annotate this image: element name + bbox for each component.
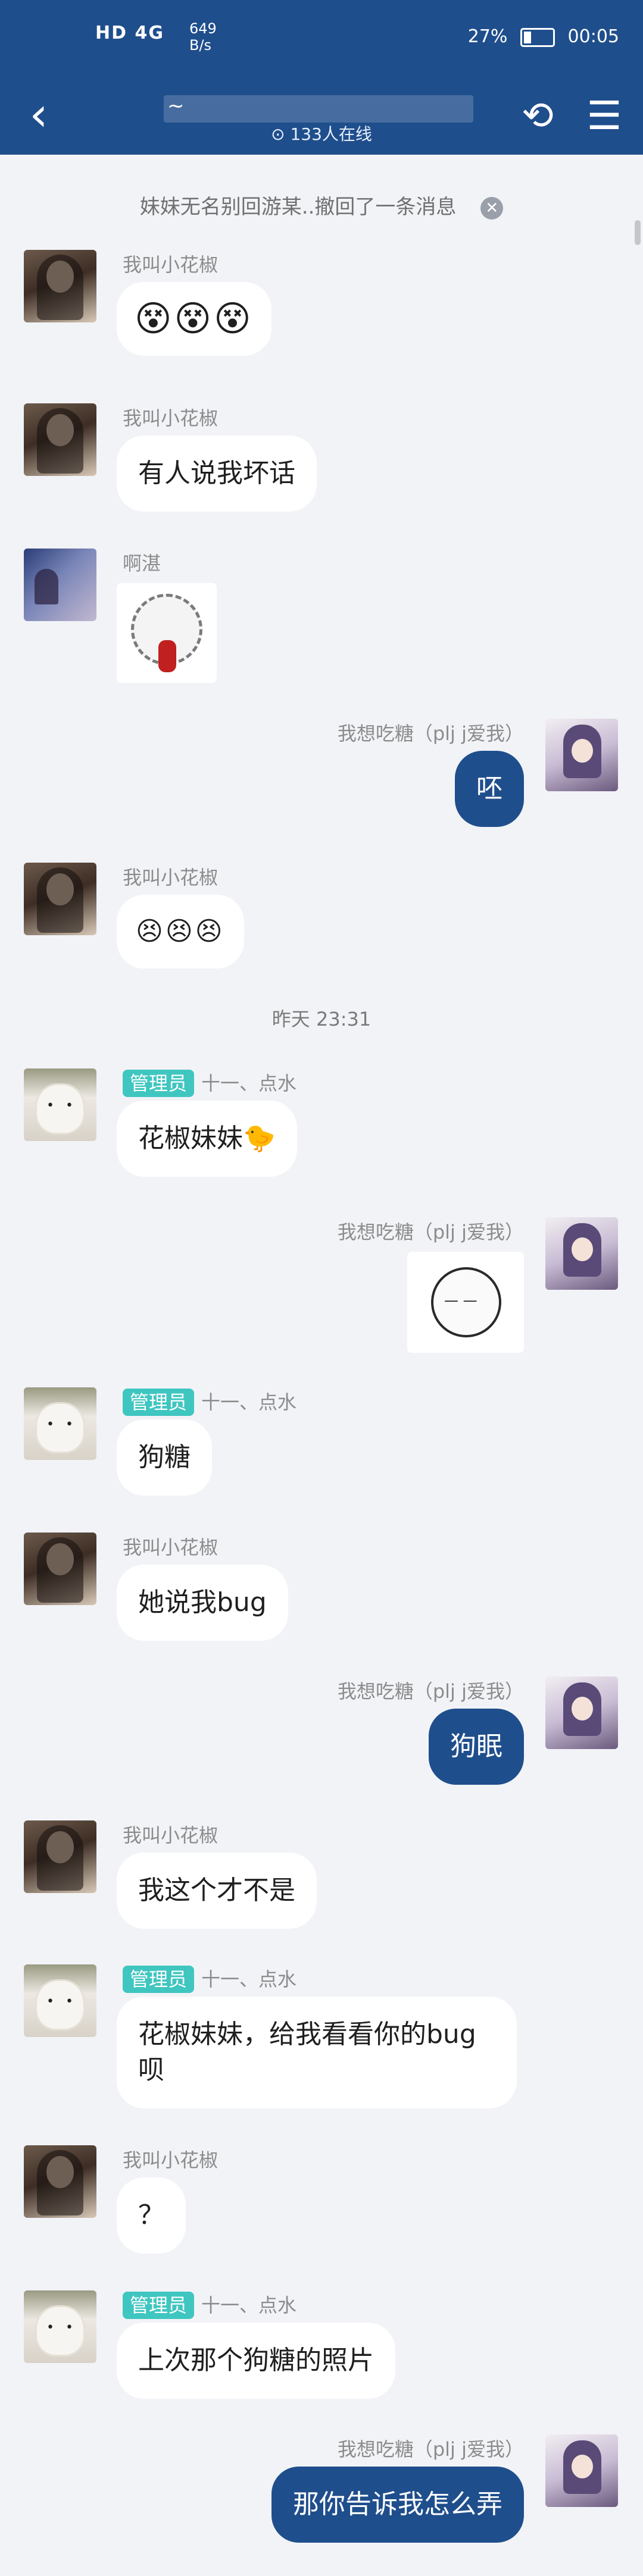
sticker-detail	[158, 640, 176, 672]
avatar[interactable]	[24, 2290, 96, 2363]
message-text: 花椒妹妹	[138, 1123, 243, 1154]
sender-name: 十一、点水	[201, 1391, 297, 1414]
menu-icon[interactable]: ☰	[578, 89, 631, 143]
sender-name: 我叫小花椒	[123, 2149, 219, 2171]
sticker-image[interactable]	[407, 1252, 524, 1353]
avatar[interactable]	[545, 1676, 618, 1749]
battery-percent: 27%	[467, 26, 508, 47]
avatar[interactable]	[24, 403, 96, 476]
chick-emoji: 🐤	[243, 1123, 276, 1154]
sender-name: 我想吃糖（plj j爱我）	[337, 722, 524, 745]
sync-icon[interactable]: ⟲	[511, 89, 564, 143]
chat-header: ‹ ⊙ 133人在线 ⟲ ☰	[0, 77, 643, 155]
sticker-message[interactable]: 😣😣😣	[117, 895, 244, 969]
message-bubble[interactable]: 她说我bug	[117, 1565, 288, 1641]
sticker-image[interactable]	[117, 583, 217, 683]
sender-name: 十一、点水	[201, 2294, 297, 2317]
avatar[interactable]	[24, 1068, 96, 1141]
admin-badge: 管理员	[123, 2292, 195, 2319]
message-bubble[interactable]: 那你告诉我怎么弄	[271, 2467, 524, 2543]
admin-badge: 管理员	[123, 1070, 195, 1097]
avatar[interactable]	[545, 1217, 618, 1290]
message-bubble[interactable]: 狗糖	[117, 1419, 212, 1496]
sender-line: 管理员 十一、点水	[123, 2290, 296, 2319]
sender-name: 我叫小花椒	[123, 253, 219, 276]
message-bubble[interactable]: 狗眠	[429, 1709, 524, 1785]
recall-notice-text: 妹妹无名别回游某..撤回了一条消息	[139, 195, 457, 219]
sender-name: 十一、点水	[201, 1072, 297, 1095]
sender-line: 管理员 十一、点水	[123, 1964, 296, 1993]
network-speed: 649 B/s	[189, 20, 217, 54]
message-bubble[interactable]: 上次那个狗糖的照片	[117, 2323, 395, 2399]
status-bar: HD 4G 649 B/s 27% 00:05	[0, 0, 643, 77]
avatar[interactable]	[24, 863, 96, 935]
admin-badge: 管理员	[123, 1389, 195, 1416]
avatar[interactable]	[24, 250, 96, 322]
speed-unit: B/s	[189, 37, 212, 54]
sender-name: 十一、点水	[201, 1968, 297, 1991]
sender-name: 我想吃糖（plj j爱我）	[337, 1680, 524, 1703]
speed-value: 649	[189, 20, 217, 37]
recall-notice: 妹妹无名别回游某..撤回了一条消息 ✕	[0, 190, 643, 220]
group-title-redacted	[164, 94, 473, 123]
avatar[interactable]	[545, 719, 618, 791]
clock: 00:05	[567, 26, 619, 47]
sender-name: 我叫小花椒	[123, 407, 219, 430]
scrollbar[interactable]	[635, 220, 641, 245]
avatar[interactable]	[24, 1533, 96, 1605]
battery-icon	[520, 27, 555, 47]
avatar[interactable]	[24, 1387, 96, 1460]
message-bubble[interactable]: ？	[117, 2177, 186, 2254]
close-icon[interactable]: ✕	[480, 196, 504, 220]
avatar[interactable]	[24, 1964, 96, 2037]
avatar[interactable]	[24, 2145, 96, 2218]
admin-badge: 管理员	[123, 1966, 195, 1993]
sender-name: 我想吃糖（plj j爱我）	[337, 2438, 524, 2461]
sender-name: 我叫小花椒	[123, 1536, 219, 1559]
time-divider: 昨天 23:31	[271, 1008, 372, 1030]
sender-name: 我叫小花椒	[123, 1824, 219, 1847]
avatar[interactable]	[24, 549, 96, 621]
status-right: 27% 00:05	[468, 26, 619, 47]
avatar[interactable]	[24, 1820, 96, 1893]
message-bubble[interactable]: 我这个才不是	[117, 1853, 317, 1929]
sender-name: 啊湛	[123, 552, 161, 575]
avatar[interactable]	[545, 2434, 618, 2507]
message-bubble[interactable]: 有人说我坏话	[117, 435, 317, 512]
message-bubble[interactable]: 呸	[455, 751, 524, 827]
sender-name: 我叫小花椒	[123, 866, 219, 889]
message-bubble[interactable]: 花椒妹妹🐤	[117, 1101, 297, 1177]
sticker-message[interactable]: 😵😵😵	[117, 282, 271, 356]
sticker-face	[431, 1267, 501, 1337]
sender-line: 管理员 十一、点水	[123, 1068, 296, 1097]
sender-name: 我想吃糖（plj j爱我）	[337, 1221, 524, 1243]
network-indicator: HD 4G	[95, 23, 164, 43]
sender-line: 管理员 十一、点水	[123, 1387, 296, 1416]
message-bubble[interactable]: 花椒妹妹，给我看看你的bug呗	[117, 1997, 517, 2108]
